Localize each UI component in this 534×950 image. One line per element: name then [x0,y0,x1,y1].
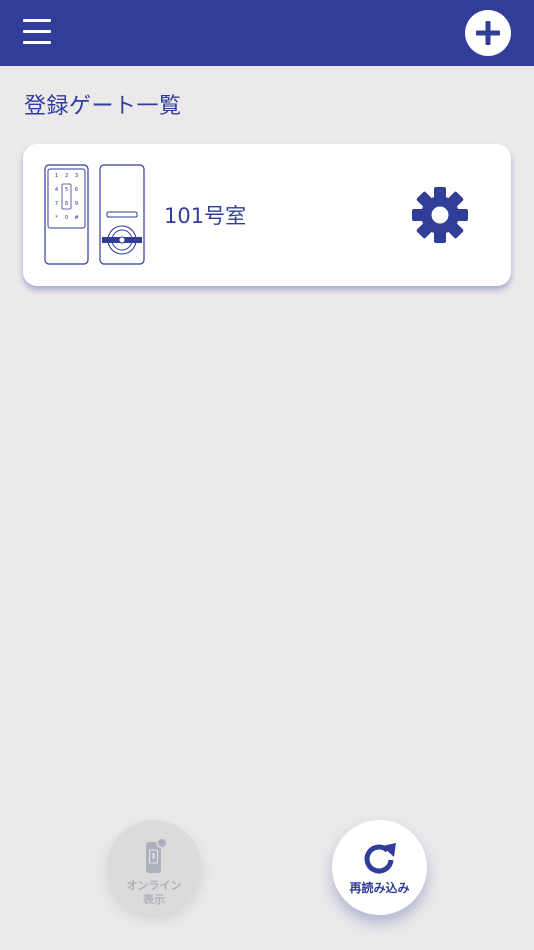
keypad-key: 0 [65,215,69,221]
keypad-key: 5 [65,187,69,193]
keypad-key: # [74,215,79,221]
keypad-key: * [55,215,58,221]
page-title: 登録ゲート一覧 [24,94,182,119]
phone-online-icon [146,838,167,873]
keypad-key: 9 [75,201,79,207]
plus-icon [476,21,500,45]
smart-lock-keypad-icon: 1 2 3 4 5 6 7 8 9 * 0 # [44,164,145,265]
app-header [0,0,534,66]
online-display-button[interactable]: オンライン 表示 [107,820,201,914]
keypad-key: 4 [55,187,59,193]
keypad-key: 2 [65,173,69,179]
keypad-key: 8 [65,201,69,207]
keypad-key: 3 [75,173,79,179]
online-label-line1: オンライン [126,879,182,892]
hamburger-menu-icon[interactable] [22,16,54,48]
reload-button[interactable]: 再読み込み [332,820,427,915]
gate-card-101[interactable]: 1 2 3 4 5 6 7 8 9 * 0 # 101号室 [23,144,511,286]
keypad-key: 7 [55,201,59,207]
refresh-icon [364,843,396,874]
gear-icon [412,187,468,243]
gate-name: 101号室 [164,204,247,228]
add-gate-button[interactable] [465,10,511,56]
keypad-key: 6 [75,187,79,193]
keypad-key: 1 [55,173,59,179]
online-label-line2: 表示 [143,893,165,906]
gate-settings-button[interactable] [409,184,471,246]
reload-label: 再読み込み [349,881,410,895]
